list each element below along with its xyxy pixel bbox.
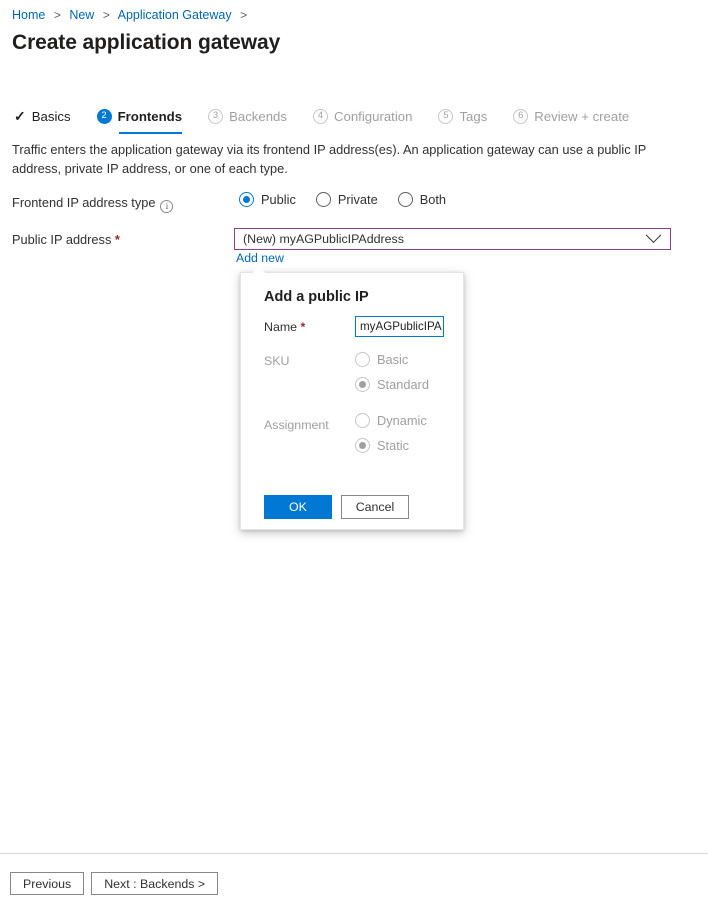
tab-review-create-label: Review + create — [534, 108, 630, 124]
step-number-badge: 5 — [438, 108, 454, 124]
tab-configuration[interactable]: 4 Configuration — [312, 102, 426, 130]
radio-public-label: Public — [261, 192, 296, 207]
breadcrumb: Home > New > Application Gateway > — [12, 7, 252, 23]
breadcrumb-item-application-gateway[interactable]: Application Gateway — [118, 8, 232, 22]
assignment-label: Assignment — [264, 418, 329, 432]
tab-basics[interactable]: ✓ Basics — [14, 102, 85, 130]
breadcrumb-separator: > — [240, 8, 248, 22]
breadcrumb-separator: > — [102, 8, 110, 22]
radio-both[interactable]: Both — [397, 192, 447, 207]
frontend-ip-type-radio-group: Public Private Both — [239, 192, 446, 207]
dialog-title: Add a public IP — [264, 289, 369, 305]
frontend-ip-type-label: Frontend IP address type i — [12, 194, 174, 213]
tab-backends-label: Backends — [229, 108, 287, 124]
radio-assignment-dynamic: Dynamic — [355, 413, 427, 428]
tab-basics-label: Basics — [31, 108, 71, 124]
radio-sku-basic-label: Basic — [377, 352, 409, 367]
name-input-value-before-caret: my — [360, 320, 376, 333]
step-number-badge: 4 — [312, 108, 328, 124]
step-number-badge: 3 — [208, 108, 224, 124]
dialog-button-row: OK Cancel — [264, 495, 409, 519]
active-tab-underline — [118, 132, 183, 134]
callout-beak — [252, 265, 266, 274]
tab-frontends[interactable]: 2 Frontends — [96, 102, 196, 134]
radio-private-label: Private — [337, 192, 378, 207]
step-number-badge: 6 — [513, 108, 529, 124]
frontend-ip-type-label-text: Frontend IP address type — [12, 195, 156, 210]
radio-sku-standard-label: Standard — [377, 377, 429, 392]
radio-assignment-dynamic-label: Dynamic — [377, 413, 427, 428]
public-ip-address-value: (New) myAGPublicIPAddress — [243, 232, 404, 246]
add-new-link[interactable]: Add new — [236, 251, 284, 265]
name-label-text: Name — [264, 320, 298, 334]
breadcrumb-item-home[interactable]: Home — [12, 8, 45, 22]
radio-dot — [355, 352, 370, 367]
name-label: Name * — [264, 319, 305, 335]
check-icon: ✓ — [14, 108, 26, 124]
wizard-footer: Previous Next : Backends > — [10, 872, 219, 895]
name-input[interactable]: my AGPublicIPA — [355, 316, 444, 337]
tab-review-create[interactable]: 6 Review + create — [513, 102, 643, 130]
page-title: Create application gateway — [12, 31, 281, 54]
radio-dot — [355, 438, 370, 453]
required-asterisk: * — [300, 320, 306, 334]
tab-configuration-label: Configuration — [333, 108, 413, 124]
radio-dot — [355, 377, 370, 392]
footer-separator — [0, 853, 708, 854]
radio-dot — [315, 192, 331, 207]
step-number-badge: 2 — [96, 108, 112, 124]
radio-dot — [355, 413, 370, 428]
add-public-ip-dialog: Add a public IP Name * my AGPublicIPA SKU… — [240, 272, 464, 530]
tab-tags[interactable]: 5 Tags — [438, 102, 501, 130]
cancel-button[interactable]: Cancel — [341, 495, 409, 519]
radio-both-label: Both — [419, 192, 447, 207]
radio-sku-basic: Basic — [355, 352, 408, 367]
next-button[interactable]: Next : Backends > — [91, 872, 219, 895]
radio-dot — [397, 192, 413, 207]
tab-tags-label: Tags — [459, 108, 488, 124]
public-ip-address-label: Public IP address * — [12, 231, 120, 249]
radio-assignment-static: Static — [355, 438, 409, 453]
create-application-gateway-page: Home > New > Application Gateway > Creat… — [0, 0, 708, 911]
radio-assignment-static-label: Static — [377, 438, 410, 453]
public-ip-address-dropdown[interactable]: (New) myAGPublicIPAddress — [234, 226, 671, 250]
wizard-steps: ✓ Basics 2 Frontends 3 Backends 4 Config… — [14, 102, 655, 134]
radio-private[interactable]: Private — [315, 192, 378, 207]
required-asterisk: * — [114, 232, 120, 247]
ok-button[interactable]: OK — [264, 495, 332, 519]
info-icon[interactable]: i — [160, 200, 174, 213]
radio-dot — [239, 192, 254, 207]
radio-sku-standard: Standard — [355, 377, 429, 392]
frontends-description: Traffic enters the application gateway v… — [12, 142, 647, 176]
tab-backends[interactable]: 3 Backends — [208, 102, 301, 130]
breadcrumb-separator: > — [53, 8, 61, 22]
public-ip-address-label-text: Public IP address — [12, 232, 112, 247]
previous-button[interactable]: Previous — [10, 872, 85, 895]
name-input-value-after-caret: AGPublicIPA — [375, 320, 442, 333]
breadcrumb-item-new[interactable]: New — [69, 8, 94, 22]
chevron-down-icon — [645, 226, 662, 243]
sku-label: SKU — [264, 354, 290, 368]
tab-frontends-label: Frontends — [117, 108, 183, 124]
radio-public[interactable]: Public — [239, 192, 296, 207]
